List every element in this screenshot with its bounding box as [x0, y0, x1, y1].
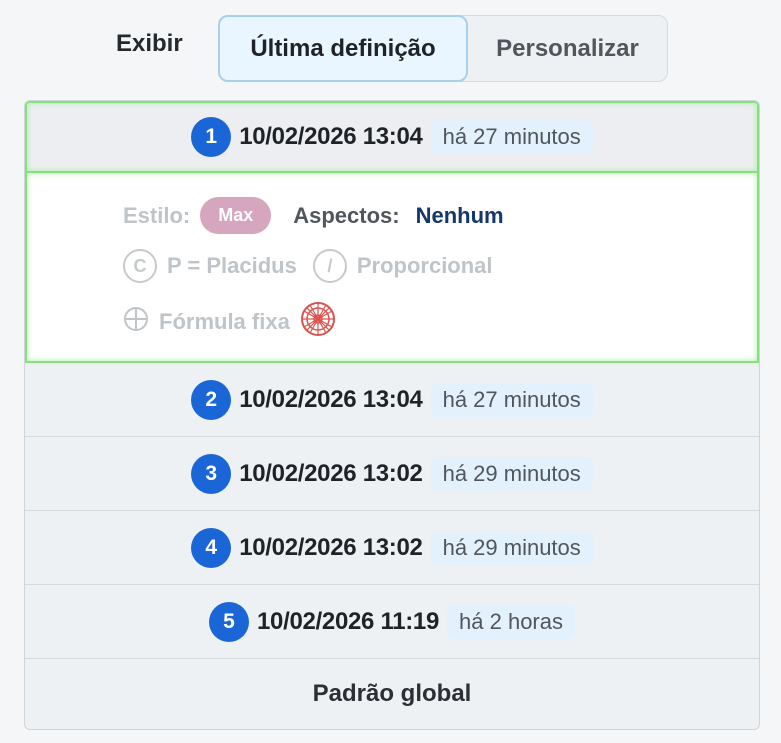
row-datetime: 10/02/2026 13:02 — [239, 459, 423, 487]
style-aspects-line: Estilo: Max Aspectos: Nenhum — [123, 197, 504, 234]
global-default-row[interactable]: Padrão global — [25, 659, 759, 729]
display-header: Exibir Última definição Personalizar — [0, 0, 781, 96]
zodiac-wheel-icon — [300, 301, 336, 342]
style-label: Estilo: — [123, 202, 191, 228]
history-row-4[interactable]: 4 10/02/2026 13:02 há 29 minutos — [25, 511, 759, 585]
history-row-5[interactable]: 5 10/02/2026 11:19 há 2 horas — [25, 585, 759, 659]
history-row-2[interactable]: 2 10/02/2026 13:04 há 27 minutos — [25, 363, 759, 437]
row-datetime: 10/02/2026 13:02 — [239, 533, 423, 561]
formula-line: Fórmula fixa — [123, 301, 336, 342]
global-default-label: Padrão global — [312, 680, 472, 707]
show-label: Exibir — [116, 30, 183, 57]
row-relative-time: há 27 minutos — [430, 382, 593, 417]
row-number-badge: 4 — [191, 527, 232, 568]
aspects-label: Aspectos: — [293, 202, 400, 228]
history-row-1[interactable]: 1 10/02/2026 13:04 há 27 minutos — [25, 101, 759, 173]
row-relative-time: há 29 minutos — [430, 530, 593, 565]
row-number-badge: 2 — [191, 379, 232, 420]
formula-label: Fórmula fixa — [159, 308, 290, 334]
display-mode-toggle: Última definição Personalizar — [218, 15, 668, 82]
row-relative-time: há 2 horas — [447, 604, 575, 639]
row-datetime: 10/02/2026 11:19 — [256, 607, 440, 635]
proportional-label: Proporcional — [356, 253, 493, 278]
tab-last-definition[interactable]: Última definição — [218, 15, 468, 82]
row-relative-time: há 27 minutos — [430, 120, 593, 154]
definition-history-list: 1 10/02/2026 13:04 há 27 minutos Estilo:… — [24, 100, 760, 730]
copyright-circle-icon: C — [123, 249, 157, 283]
row-number-badge: 5 — [208, 601, 249, 642]
slash-circle-icon: / — [312, 249, 347, 283]
row-relative-time: há 29 minutos — [430, 456, 593, 491]
house-system-label: P = Placidus — [167, 253, 297, 278]
row-datetime: 10/02/2026 13:04 — [239, 123, 423, 150]
house-system-line: C P = Placidus / Proporcional — [123, 249, 493, 283]
row-datetime: 10/02/2026 13:04 — [239, 385, 423, 413]
row-number-badge: 3 — [191, 453, 232, 494]
row-number-badge: 1 — [191, 117, 232, 157]
style-badge: Max — [200, 197, 272, 234]
aspects-value: Nenhum — [415, 202, 504, 228]
selected-definition-details: Estilo: Max Aspectos: Nenhum C P = Placi… — [25, 173, 759, 363]
tab-customize[interactable]: Personalizar — [468, 16, 667, 81]
crosshair-circle-icon — [123, 306, 149, 337]
history-row-3[interactable]: 3 10/02/2026 13:02 há 29 minutos — [25, 437, 759, 511]
